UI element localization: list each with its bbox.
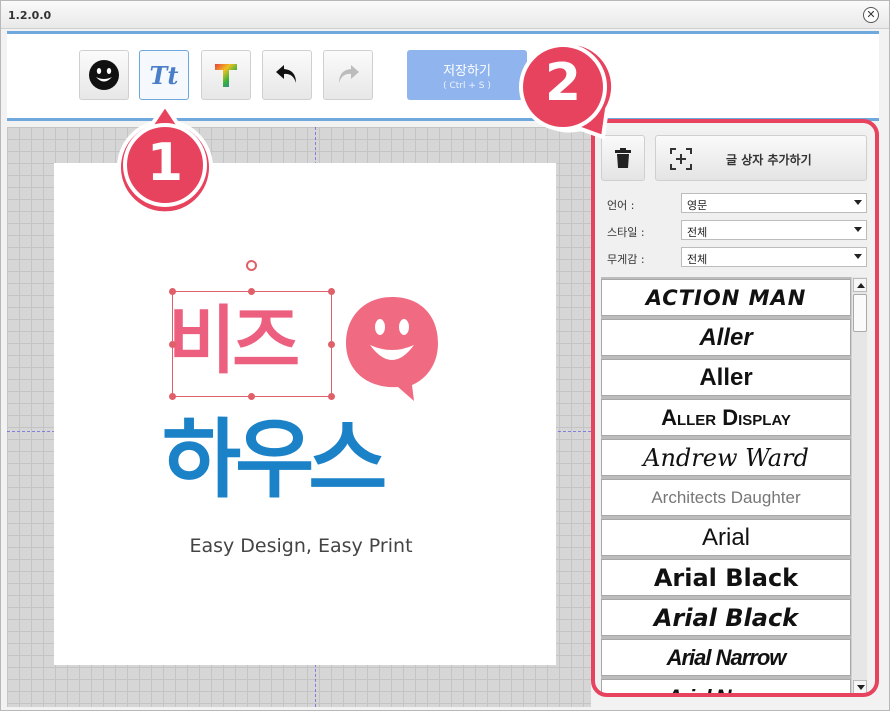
smiley-icon — [89, 60, 119, 90]
weight-select[interactable]: 전체 — [681, 247, 867, 267]
save-button[interactable]: 저장하기 ( Ctrl + S ) — [407, 50, 527, 100]
editor-window: 1.2.0.0 ✕ Tt 저장하기 (Ctrl + S) 비즈 하우스 Ea… — [0, 0, 890, 711]
font-item[interactable]: Arial Narrow — [601, 639, 851, 676]
version-label: 1.2.0.0 — [8, 9, 52, 22]
font-item[interactable]: Arial Narrow — [601, 679, 851, 695]
font-item[interactable]: Aller — [601, 319, 851, 356]
font-name: Arial Narrow — [666, 644, 787, 670]
text-style-icon: Tt — [149, 60, 179, 90]
redo-icon — [339, 65, 359, 83]
callout-marker-2: 2 — [511, 31, 616, 145]
font-name: Arial Black — [653, 563, 799, 592]
logo-text-house[interactable]: 하우스 — [162, 389, 387, 514]
gradient-text-icon — [215, 64, 237, 87]
text-tool-button[interactable]: Tt — [139, 50, 189, 100]
font-item[interactable]: Arial Black — [601, 599, 851, 636]
callout-number: 1 — [146, 133, 184, 193]
resize-handle-bottom[interactable] — [248, 393, 255, 400]
scroll-thumb[interactable] — [853, 294, 867, 332]
font-name: ACTION MAN — [645, 285, 807, 310]
font-item[interactable]: Andrew Ward — [601, 439, 851, 476]
font-item[interactable]: Architects Daughter — [601, 479, 851, 516]
filter-weight: 무게감 : 전체 — [607, 247, 867, 269]
font-item[interactable]: Arial Black — [601, 559, 851, 596]
filter-label: 언어 : — [607, 199, 635, 212]
undo-icon — [276, 65, 296, 83]
selected-value: 영문 — [687, 199, 708, 212]
font-name: Architects Daughter — [651, 487, 801, 507]
font-item[interactable]: Aller — [601, 359, 851, 396]
rotate-handle[interactable] — [246, 260, 257, 271]
font-name: Arial — [701, 523, 750, 551]
font-name: Aller — [699, 363, 753, 391]
resize-handle-top-right[interactable] — [328, 288, 335, 295]
title-bar: 1.2.0.0 ✕ — [1, 1, 889, 29]
close-button[interactable]: ✕ — [863, 7, 879, 23]
redo-button[interactable] — [323, 50, 373, 100]
font-list-scrollbar[interactable] — [851, 277, 867, 695]
font-item[interactable]: Aller Display — [601, 399, 851, 436]
resize-handle-top[interactable] — [248, 288, 255, 295]
save-shortcut-hint: ( Ctrl + S ) — [443, 81, 491, 91]
callout-marker-1: 1 — [113, 101, 217, 216]
callout-number: 2 — [544, 53, 582, 113]
sticker-button[interactable] — [79, 50, 129, 100]
font-list: ACTION MAN Aller Aller Aller Display And… — [601, 277, 851, 695]
arrow-up-icon — [857, 283, 865, 288]
font-name: Aller Display — [661, 404, 791, 430]
filter-label: 스타일 : — [607, 226, 645, 239]
resize-handle-left[interactable] — [169, 341, 176, 348]
scroll-up-button[interactable] — [853, 278, 867, 292]
add-text-box-icon — [670, 148, 692, 170]
tagline-text[interactable]: Easy Design, Easy Print — [54, 535, 548, 557]
resize-handle-bottom-right[interactable] — [328, 393, 335, 400]
resize-handle-right[interactable] — [328, 341, 335, 348]
dropdown-arrow-icon — [854, 200, 862, 205]
add-text-box-label: 글 상자 추가하기 — [726, 153, 812, 167]
speech-bubble-icon[interactable] — [342, 293, 442, 403]
dropdown-arrow-icon — [854, 254, 862, 259]
selection-box[interactable] — [172, 291, 332, 397]
selected-value: 전체 — [687, 226, 708, 239]
resize-handle-top-left[interactable] — [169, 288, 176, 295]
undo-button[interactable] — [262, 50, 312, 100]
trash-icon — [615, 148, 631, 168]
dropdown-arrow-icon — [854, 227, 862, 232]
gradient-text-button[interactable] — [201, 50, 251, 100]
language-select[interactable]: 영문 — [681, 193, 867, 213]
arrow-down-icon — [857, 685, 865, 690]
resize-handle-bottom-left[interactable] — [169, 393, 176, 400]
save-label: 저장하기 — [443, 64, 491, 79]
font-name: Arial Black — [653, 603, 799, 632]
filter-label: 무게감 : — [607, 253, 645, 266]
filter-style: 스타일 : 전체 — [607, 220, 867, 242]
style-select[interactable]: 전체 — [681, 220, 867, 240]
font-name: Arial Narrow — [667, 685, 787, 696]
selected-value: 전체 — [687, 253, 708, 266]
font-item[interactable]: Arial — [601, 519, 851, 556]
scroll-down-button[interactable] — [853, 680, 867, 694]
font-item[interactable]: ACTION MAN — [601, 279, 851, 316]
font-name: Andrew Ward — [643, 443, 809, 472]
filter-language: 언어 : 영문 — [607, 193, 867, 215]
artboard[interactable]: 비즈 하우스 Easy Design, Easy Print — [54, 163, 556, 665]
design-canvas[interactable]: 비즈 하우스 Easy Design, Easy Print — [7, 127, 591, 707]
text-panel: 글 상자 추가하기 언어 : 영문 스타일 : 전체 무게감 : 전체 ACTI… — [597, 131, 869, 697]
add-text-box-button[interactable]: 글 상자 추가하기 — [655, 135, 867, 181]
font-name: Aller — [699, 323, 753, 351]
